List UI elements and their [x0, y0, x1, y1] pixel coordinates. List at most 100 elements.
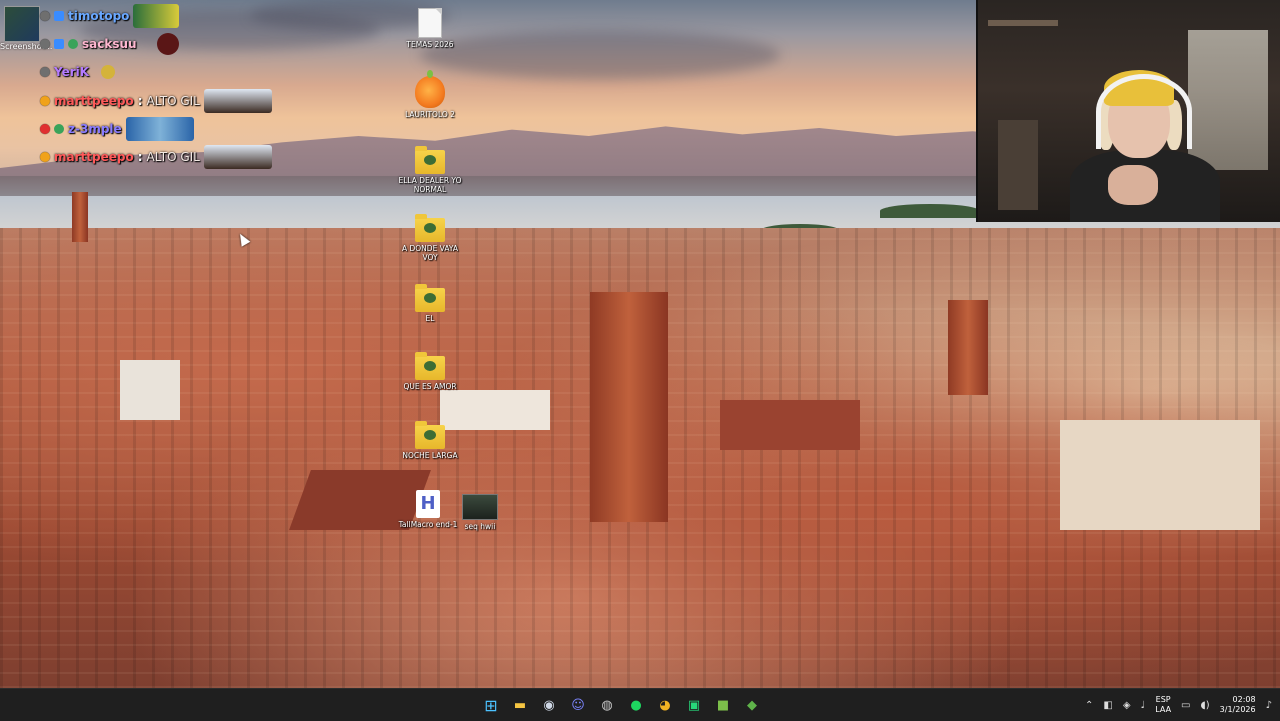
chat-username: sacksuu [82, 37, 137, 51]
bell-tower [72, 192, 88, 242]
obs-icon: ◍ [601, 697, 613, 713]
headset-icon [1096, 74, 1192, 149]
white-building [440, 390, 550, 430]
shortcut-icon [462, 494, 498, 520]
taskbar-apps: ⊞ ▬ ◉ ☺ ◍ ● ◕ ▣ ■ ◆ [480, 689, 763, 721]
roof [720, 400, 860, 450]
emote-icon [133, 4, 180, 28]
folder-icon [415, 284, 445, 312]
shield-icon[interactable]: ◈ [1123, 700, 1131, 711]
emote-icon [203, 145, 272, 169]
desktop-icon-que-es-amor[interactable]: QUE ES AMOR [398, 352, 462, 391]
desktop-icon-seq-hwii[interactable]: seq hwii [448, 494, 512, 531]
badge-icon [54, 11, 64, 21]
island [880, 204, 980, 218]
badge-icon [40, 67, 50, 77]
emote-icon [156, 33, 179, 55]
badge-icon [40, 152, 50, 162]
start-button[interactable]: ⊞ [480, 694, 502, 716]
capcut-icon: ▣ [687, 697, 701, 713]
microphone-icon[interactable]: ♩ [1141, 700, 1146, 711]
clock-time: 02:08 [1232, 695, 1256, 704]
discord-icon: ☺ [571, 697, 585, 713]
file-explorer-button[interactable]: ▬ [509, 694, 531, 716]
desktop-icon-ella-dealer[interactable]: ELLA DEALER YO NORMAL [398, 146, 462, 194]
chevron-up-icon[interactable]: ⌃ [1085, 700, 1093, 711]
shelf [988, 20, 1058, 26]
desktop-icon-a-donde-vaya-voy[interactable]: A DONDE VAYA VOY [398, 214, 462, 262]
chat-message: sacksuu [40, 32, 179, 56]
file-icon [418, 8, 442, 38]
badge-icon [68, 39, 78, 49]
emote-icon [101, 65, 116, 79]
windows-icon: ⊞ [484, 695, 498, 715]
chat-message: YeriK [40, 60, 116, 84]
folder-icon [415, 146, 445, 174]
badge-icon [54, 39, 64, 49]
desktop-icon-el[interactable]: EL [398, 284, 462, 323]
white-building [120, 360, 180, 420]
stream-chat-overlay: Screenshot... timotopo sacksuu YeriK mar… [0, 0, 300, 175]
badge-icon [40, 11, 50, 21]
window [1188, 30, 1268, 170]
capcut-button[interactable]: ▣ [683, 694, 705, 716]
desktop-icon-label: QUE ES AMOR [403, 382, 457, 391]
fl-studio-icon [415, 70, 445, 108]
desktop-icon-label: A DONDE VAYA VOY [401, 244, 459, 262]
badge-icon [40, 96, 50, 106]
discord-button[interactable]: ☺ [567, 694, 589, 716]
folder-icon [415, 421, 445, 449]
chat-username: marttpeepo [54, 94, 134, 108]
folder-icon [415, 214, 445, 242]
streamer-hand [1108, 165, 1158, 205]
furniture [998, 120, 1038, 210]
desktop-icon-label: seq hwii [464, 522, 496, 531]
emote-icon [203, 89, 272, 113]
webcam-overlay [976, 0, 1280, 222]
minecraft-button[interactable]: ■ [712, 694, 734, 716]
palazzo [1060, 420, 1260, 530]
spotify-icon: ● [630, 697, 642, 713]
minecraft-icon: ■ [716, 697, 730, 713]
badge-icon [54, 124, 64, 134]
chat-text: ALTO GIL [146, 150, 200, 164]
desktop-icon-lauritolo[interactable]: LAURITOLO 2 [398, 70, 462, 119]
badge-icon [40, 124, 50, 134]
badge-icon [40, 39, 50, 49]
bell-tower [948, 300, 988, 395]
desktop-icon-label: ELLA DEALER YO NORMAL [398, 176, 462, 194]
chrome-button[interactable]: ◕ [654, 694, 676, 716]
language-code: ESP [1155, 695, 1171, 704]
monitor-icon[interactable]: ▭ [1181, 700, 1190, 711]
desktop-icon-label: LAURITOLO 2 [405, 110, 455, 119]
screenshot-desktop-icon[interactable] [4, 6, 40, 42]
desktop-icon-noche-larga[interactable]: NOCHE LARGA [398, 421, 462, 460]
chat-username: marttpeepo [54, 150, 134, 164]
notification-bell-icon[interactable]: ♪ [1266, 700, 1272, 711]
steam-icon: ◉ [543, 697, 555, 713]
language-layout: LAA [1155, 705, 1172, 714]
desktop-icon-temas-2026[interactable]: TEMAS 2026 [398, 8, 462, 49]
desktop-icon-label: EL [425, 314, 435, 323]
obs-button[interactable]: ◍ [596, 694, 618, 716]
chat-text: ALTO GIL [146, 94, 200, 108]
clock[interactable]: 02:08 3/1/2026 [1220, 695, 1256, 715]
steam-button[interactable]: ◉ [538, 694, 560, 716]
desktop-icon-label: NOCHE LARGA [402, 451, 458, 460]
folder-icon [415, 352, 445, 380]
minecraft-launcher-button[interactable]: ◆ [741, 694, 763, 716]
chat-message: marttpeepo: ALTO GIL [40, 89, 272, 113]
spotify-button[interactable]: ● [625, 694, 647, 716]
language-indicator[interactable]: ESP LAA [1155, 695, 1171, 715]
volume-icon[interactable]: ◖) [1201, 700, 1210, 711]
chat-message: z-3mple [40, 117, 194, 141]
chat-username: YeriK [54, 65, 90, 79]
system-tray: ⌃ ◧ ◈ ♩ ESP LAA ▭ ◖) 02:08 3/1/2026 ♪ [1085, 689, 1272, 721]
clock-date: 3/1/2026 [1219, 705, 1256, 714]
chat-username: timotopo [68, 9, 130, 23]
chrome-icon: ◕ [659, 697, 671, 713]
cloud [420, 30, 780, 80]
desktop-icon-label: TEMAS 2026 [406, 40, 454, 49]
network-app-icon[interactable]: ◧ [1103, 700, 1112, 711]
tallmacro-icon: H [416, 490, 440, 518]
